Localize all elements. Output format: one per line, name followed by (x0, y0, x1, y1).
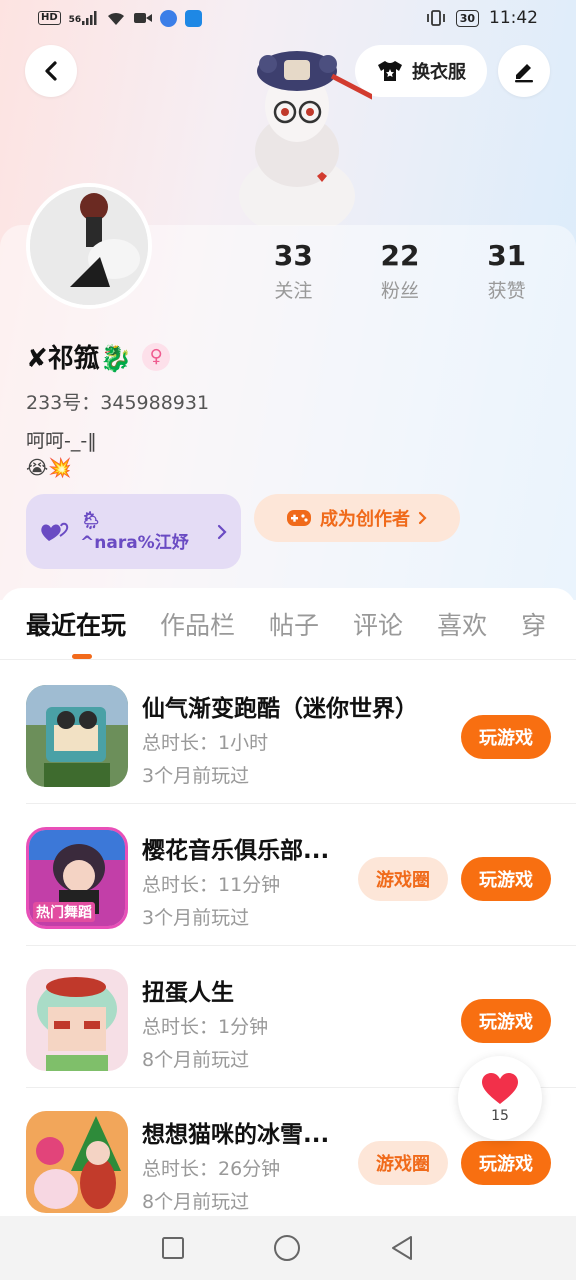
tag-partner-name: ^nara%江妤 (80, 532, 189, 553)
user-id: 233号：345988931 (26, 392, 210, 414)
game-name: 想想猫咪的冰雪... (142, 1122, 330, 1148)
game-duration: 总时长：1小时 (142, 732, 269, 754)
game-name: 扭蛋人生 (142, 980, 234, 1006)
stat-label: 关注 (274, 280, 313, 302)
active-tab-indicator (72, 654, 92, 659)
home-circle-icon[interactable] (273, 1234, 301, 1262)
browser-app-icon (160, 9, 178, 27)
wifi-icon (108, 12, 125, 25)
game-last-played: 3个月前玩过 (142, 765, 250, 787)
game-last-played: 8个月前玩过 (142, 1049, 250, 1071)
snow-cat-icon (26, 1111, 128, 1213)
game-name: 樱花音乐俱乐部... (142, 838, 330, 864)
name-row: ✘祁箛🐉 ♀ (26, 338, 171, 375)
list-item[interactable]: 热门舞蹈 樱花音乐俱乐部... 总时长：11分钟 3个月前玩过 游戏圈 玩游戏 (26, 804, 576, 946)
bio: 呵呵-_-‖ 😭💥 (26, 428, 97, 482)
mini-world-icon (26, 685, 128, 787)
video-icon (134, 13, 153, 23)
username: ✘祁箛🐉 (26, 344, 133, 374)
network-type: 56 (68, 15, 82, 25)
stat-likes[interactable]: 31 获赞 (453, 238, 560, 303)
clock: 11:42 (489, 8, 538, 28)
list-item[interactable]: 仙气渐变跑酷（迷你世界） 总时长：1小时 3个月前玩过 玩游戏 (26, 662, 576, 804)
gamepad-icon (287, 510, 311, 526)
change-outfit-button[interactable]: 换衣服 (355, 45, 487, 97)
avatar[interactable] (26, 183, 152, 309)
become-creator-button[interactable]: 成为创作者 (254, 494, 460, 542)
battery-level: 30 (459, 11, 475, 25)
stat-following[interactable]: 33 关注 (240, 238, 347, 303)
stat-value: 33 (273, 239, 313, 272)
tab-posts[interactable]: 帖子 (269, 606, 319, 642)
game-name: 仙气渐变跑酷（迷你世界） (142, 696, 418, 722)
double-heart-icon (41, 522, 69, 541)
game-duration: 总时长：26分钟 (142, 1158, 281, 1180)
hd-indicator: HD (38, 11, 61, 25)
gacha-life-icon (26, 969, 128, 1071)
like-count: 15 (491, 1108, 509, 1124)
game-icon-label: 热门舞蹈 (33, 902, 95, 922)
tab-comments[interactable]: 评论 (353, 606, 403, 642)
stat-followers[interactable]: 22 粉丝 (347, 238, 454, 303)
profile-page: HD 56 30 11:42 换衣服 33 关注 22 粉丝 31 获赞 ✘祁箛… (0, 0, 576, 1280)
tag-emoji: 🌦 (80, 510, 102, 531)
content-tabs: 最近在玩 作品栏 帖子 评论 喜欢 穿 (0, 588, 576, 660)
shirt-icon (378, 61, 402, 81)
change-outfit-label: 换衣服 (412, 62, 466, 83)
stat-label: 粉丝 (381, 280, 420, 302)
back-button[interactable] (25, 45, 77, 97)
play-game-button[interactable]: 玩游戏 (461, 1141, 551, 1185)
stats-row: 33 关注 22 粉丝 31 获赞 (240, 238, 560, 303)
game-circle-button[interactable]: 游戏圈 (358, 857, 448, 901)
game-duration: 总时长：1分钟 (142, 1016, 269, 1038)
heart-icon (482, 1073, 518, 1104)
tab-works[interactable]: 作品栏 (160, 606, 235, 642)
game-last-played: 8个月前玩过 (142, 1191, 250, 1213)
stat-value: 31 (487, 239, 527, 272)
game-list: 仙气渐变跑酷（迷你世界） 总时长：1小时 3个月前玩过 玩游戏 热门舞蹈 樱花音… (0, 662, 576, 1230)
become-creator-label: 成为创作者 (320, 509, 410, 530)
play-game-button[interactable]: 玩游戏 (461, 715, 551, 759)
play-game-button[interactable]: 玩游戏 (461, 857, 551, 901)
sakura-music-icon: 热门舞蹈 (26, 827, 128, 929)
play-game-button[interactable]: 玩游戏 (461, 999, 551, 1043)
stat-label: 获赞 (487, 280, 526, 302)
system-nav-bar (0, 1216, 576, 1280)
game-duration: 总时长：11分钟 (142, 874, 281, 896)
cloud-app-icon (185, 9, 203, 27)
status-bar: HD 56 30 11:42 (0, 0, 576, 36)
avatar-figure (239, 51, 372, 226)
tab-outfits[interactable]: 穿 (521, 606, 546, 642)
battery-icon: 30 (455, 9, 479, 27)
avatar-image (30, 187, 148, 305)
tab-recently-played[interactable]: 最近在玩 (26, 606, 126, 642)
signal-icon: 56 (69, 11, 99, 25)
gender-female-icon: ♀ (142, 342, 171, 371)
edit-profile-button[interactable] (498, 45, 550, 97)
game-circle-button[interactable]: 游戏圈 (358, 1141, 448, 1185)
back-triangle-icon[interactable] (389, 1234, 415, 1262)
bio-line: 😭💥 (26, 457, 72, 479)
vibrate-icon (426, 10, 445, 26)
recents-square-icon[interactable] (161, 1236, 185, 1260)
relationship-tag-card[interactable]: 🌦 ^nara%江妤 (26, 494, 241, 569)
stat-value: 22 (380, 239, 420, 272)
bio-line: 呵呵-_-‖ (26, 430, 97, 452)
chevron-right-icon (418, 511, 427, 525)
floating-like-button[interactable]: 15 (458, 1056, 542, 1140)
pencil-icon (515, 64, 533, 83)
tab-likes[interactable]: 喜欢 (437, 606, 487, 642)
chevron-right-icon (217, 524, 227, 539)
chevron-left-icon (45, 61, 57, 81)
game-last-played: 3个月前玩过 (142, 907, 250, 929)
